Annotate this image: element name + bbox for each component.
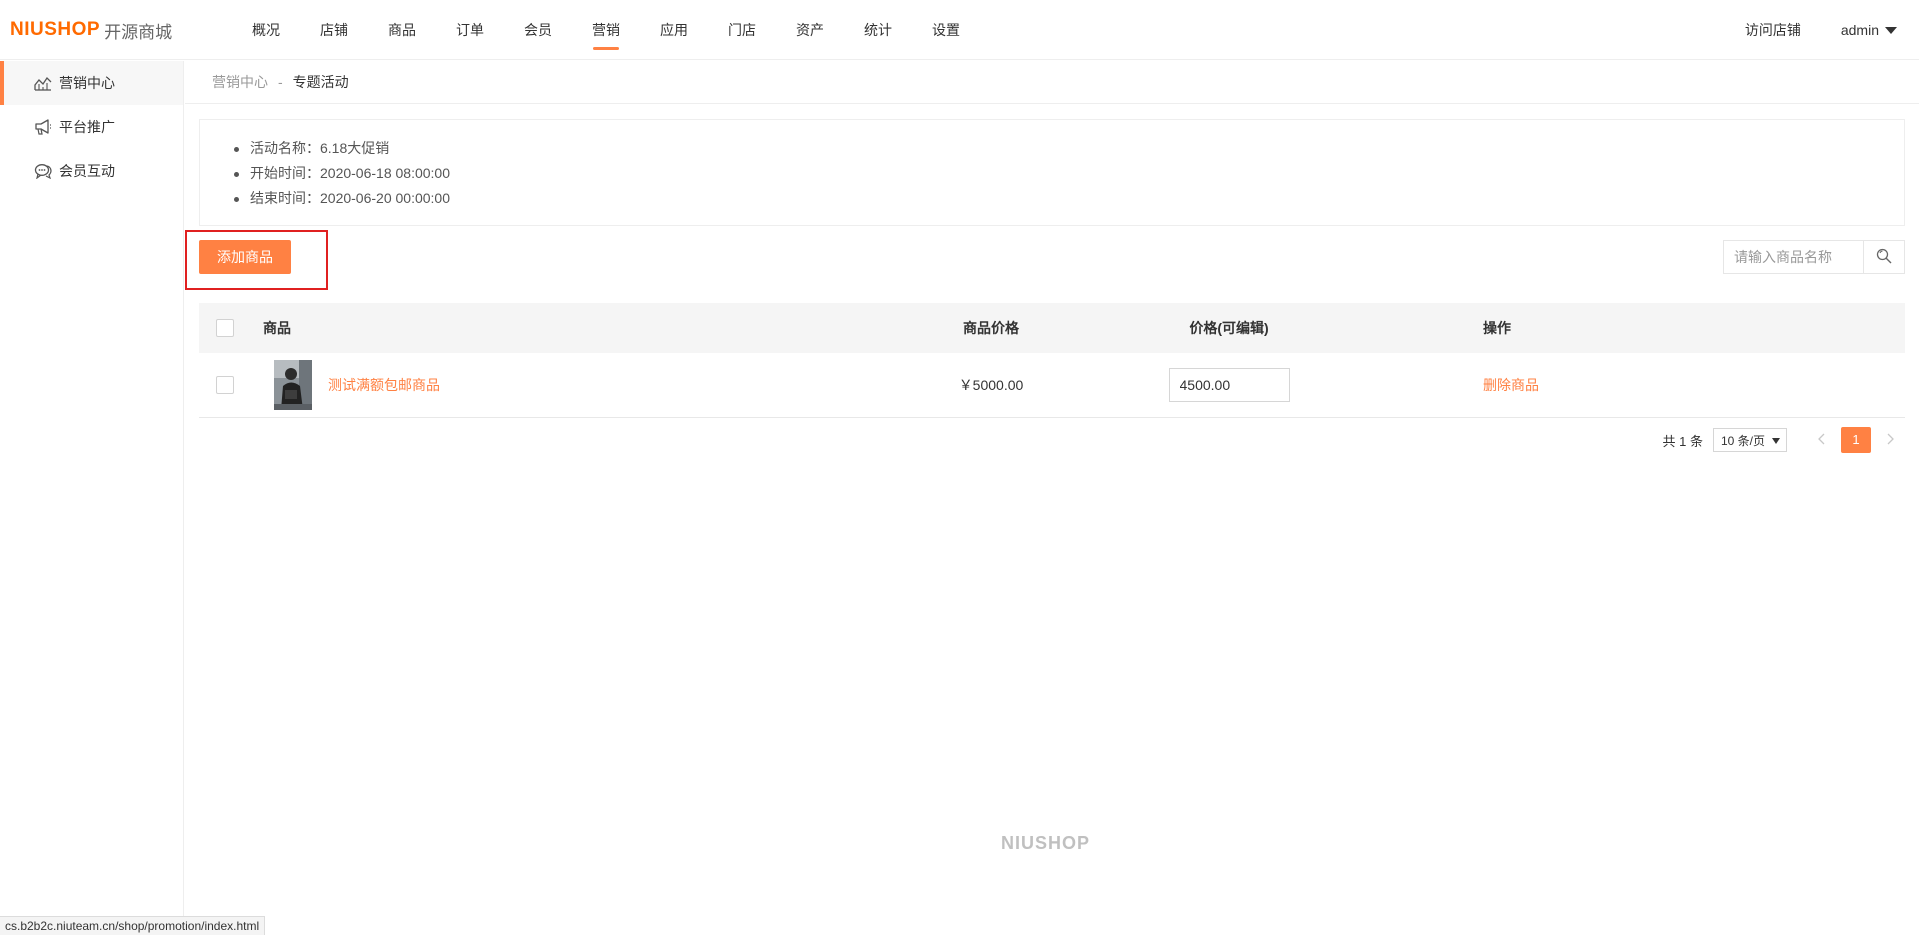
chevron-left-icon xyxy=(1817,433,1825,448)
goods-thumbnail[interactable] xyxy=(274,360,312,410)
editable-price-input[interactable] xyxy=(1168,368,1290,402)
page-size-select[interactable]: 10 条/页 xyxy=(1713,428,1787,452)
sidebar-item-label: 营销中心 xyxy=(59,75,115,91)
sidebar-item-label: 会员互动 xyxy=(59,163,115,179)
select-all-checkbox[interactable] xyxy=(216,319,234,337)
goods-search xyxy=(1723,240,1905,274)
sidebar: 营销中心 平台推广 会员互动 xyxy=(0,61,184,935)
page-number-current[interactable]: 1 xyxy=(1841,427,1871,453)
next-page-button[interactable] xyxy=(1877,427,1905,453)
nav-item-apps[interactable]: 应用 xyxy=(640,0,708,60)
nav-item-overview[interactable]: 概况 xyxy=(232,0,300,60)
visit-store-link[interactable]: 访问店铺 xyxy=(1745,20,1801,40)
activity-info-panel: 活动名称：6.18大促销 开始时间：2020-06-18 08:00:00 结束… xyxy=(199,119,1905,226)
header-goods: 商品 xyxy=(263,320,291,336)
header-price: 商品价格 xyxy=(963,320,1019,336)
pagination: 共 1 条 10 条/页 1 xyxy=(1663,427,1905,453)
breadcrumb-parent[interactable]: 营销中心 xyxy=(212,72,268,92)
status-bar-url: cs.b2b2c.niuteam.cn/shop/promotion/index… xyxy=(0,916,266,935)
nav-item-settings[interactable]: 设置 xyxy=(912,0,980,60)
activity-info-list: 活动名称：6.18大促销 开始时间：2020-06-18 08:00:00 结束… xyxy=(234,136,1904,211)
sidebar-item-platform-promotion[interactable]: 平台推广 xyxy=(0,105,183,149)
goods-name-link[interactable]: 测试满额包邮商品 xyxy=(328,375,440,395)
table-row: 测试满额包邮商品 ￥5000.00 删除商品 xyxy=(199,353,1905,418)
nav-item-goods[interactable]: 商品 xyxy=(368,0,436,60)
goods-price: ￥5000.00 xyxy=(958,377,1024,393)
logo[interactable]: NIUSHOP 开源商城 xyxy=(10,19,173,42)
prev-page-button[interactable] xyxy=(1807,427,1835,453)
chevron-right-icon xyxy=(1887,433,1895,448)
header-operation: 操作 xyxy=(1483,320,1511,336)
caret-down-icon xyxy=(1772,433,1780,447)
sidebar-item-label: 平台推广 xyxy=(59,119,115,135)
chat-bubbles-icon xyxy=(34,162,52,180)
caret-down-icon xyxy=(1885,26,1897,34)
search-input[interactable] xyxy=(1724,241,1863,273)
main-nav: 概况 店铺 商品 订单 会员 营销 应用 门店 资产 统计 设置 xyxy=(232,0,980,60)
search-icon xyxy=(1876,248,1892,267)
row-checkbox[interactable] xyxy=(216,376,234,394)
activity-name: 活动名称：6.18大促销 xyxy=(234,136,1904,161)
breadcrumb-separator: - xyxy=(278,74,283,90)
search-button[interactable] xyxy=(1863,241,1904,273)
delete-goods-link[interactable]: 删除商品 xyxy=(1483,377,1539,393)
nav-item-statistics[interactable]: 统计 xyxy=(844,0,912,60)
goods-table: 商品 商品价格 价格(可编辑) 操作 测试满额包邮商品 ￥5000.00 450… xyxy=(199,303,1905,418)
user-name: admin xyxy=(1840,22,1879,38)
chart-line-icon xyxy=(34,74,52,92)
nav-item-stores[interactable]: 门店 xyxy=(708,0,776,60)
activity-end-time: 结束时间：2020-06-20 00:00:00 xyxy=(234,186,1904,211)
footer-logo: NIUSHOP xyxy=(1001,833,1091,853)
user-menu[interactable]: admin xyxy=(1841,22,1897,38)
table-header: 商品 商品价格 价格(可编辑) 操作 xyxy=(199,303,1905,353)
logo-subtitle: 开源商城 xyxy=(104,22,173,42)
pagination-total: 共 1 条 xyxy=(1662,433,1703,449)
breadcrumb: 营销中心 - 专题活动 xyxy=(185,61,1919,104)
nav-item-assets[interactable]: 资产 xyxy=(776,0,844,60)
page-size-value: 10 条/页 xyxy=(1721,433,1766,448)
header-right: 访问店铺 admin xyxy=(1745,0,1897,60)
nav-item-shop[interactable]: 店铺 xyxy=(300,0,368,60)
logo-brand: NIUSHOP xyxy=(10,19,101,40)
add-goods-button[interactable]: 添加商品 xyxy=(199,240,291,274)
nav-item-orders[interactable]: 订单 xyxy=(436,0,504,60)
nav-item-marketing[interactable]: 营销 xyxy=(572,0,640,60)
top-header: NIUSHOP 开源商城 概况 店铺 商品 订单 会员 营销 应用 门店 资产 … xyxy=(0,0,1919,60)
breadcrumb-current: 专题活动 xyxy=(292,74,349,90)
sidebar-item-member-interaction[interactable]: 会员互动 xyxy=(0,149,183,193)
activity-start-time: 开始时间：2020-06-18 08:00:00 xyxy=(234,161,1904,186)
nav-item-members[interactable]: 会员 xyxy=(504,0,572,60)
sidebar-item-marketing-center[interactable]: 营销中心 xyxy=(0,61,183,105)
header-edit-price: 价格(可编辑) xyxy=(1189,320,1269,336)
megaphone-icon xyxy=(34,118,52,136)
